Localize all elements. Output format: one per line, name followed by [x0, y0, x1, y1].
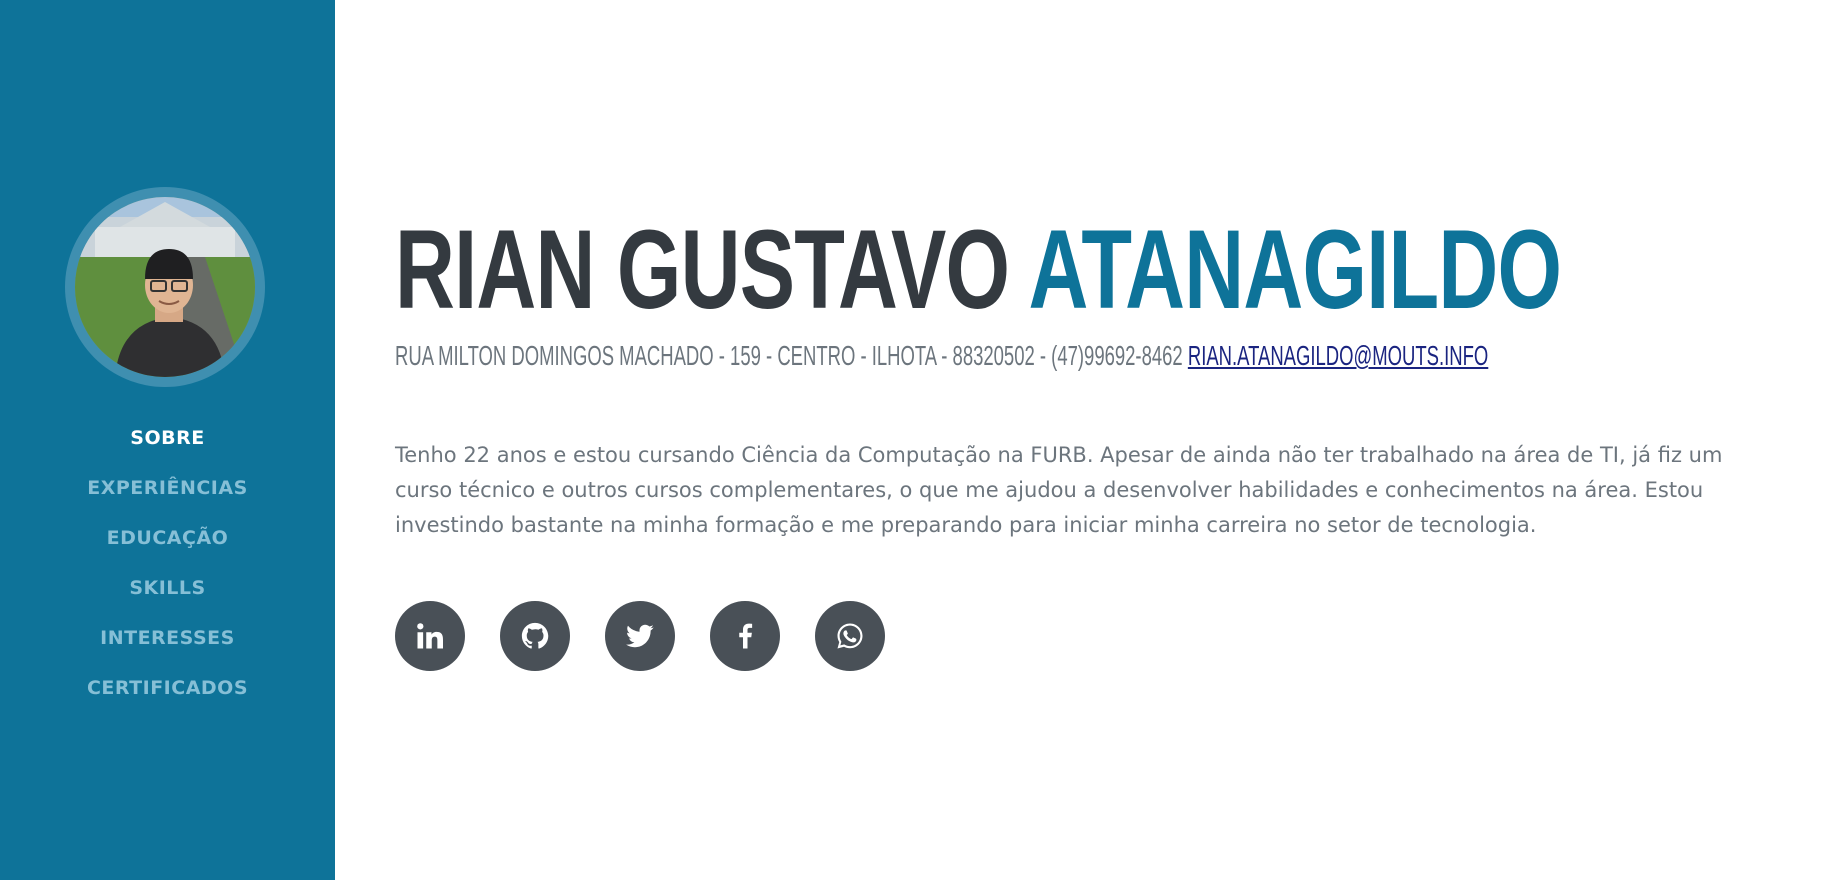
linkedin-icon [417, 623, 443, 649]
nav-link-educacao[interactable]: EDUCAÇÃO [107, 527, 229, 549]
nav-link-experiencias[interactable]: EXPERIÊNCIAS [87, 477, 248, 499]
linkedin-button[interactable] [395, 601, 465, 671]
first-name: RIAN GUSTAVO [395, 207, 1010, 332]
sidebar-nav: SOBRE EXPERIÊNCIAS EDUCAÇÃO SKILLS INTER… [0, 413, 335, 713]
sidebar: SOBRE EXPERIÊNCIAS EDUCAÇÃO SKILLS INTER… [0, 0, 335, 880]
avatar[interactable] [75, 197, 255, 377]
whatsapp-button[interactable] [815, 601, 885, 671]
whatsapp-icon [837, 623, 863, 649]
nav-link-sobre[interactable]: SOBRE [130, 427, 204, 449]
nav-link-skills[interactable]: SKILLS [129, 577, 205, 599]
last-name: ATANAGILDO [1028, 207, 1562, 332]
email-link[interactable]: RIAN.ATANAGILDO@MOUTS.INFO [1188, 340, 1488, 371]
page-title: RIAN GUSTAVO ATANAGILDO [395, 207, 1562, 332]
sidebar-item-certificados: CERTIFICADOS [0, 663, 335, 713]
twitter-button[interactable] [605, 601, 675, 671]
contact-line: RUA MILTON DOMINGOS MACHADO - 159 - CENT… [395, 340, 1488, 372]
sidebar-item-educacao: EDUCAÇÃO [0, 513, 335, 563]
nav-link-interesses[interactable]: INTERESSES [100, 627, 235, 649]
sidebar-item-interesses: INTERESSES [0, 613, 335, 663]
bio-paragraph: Tenho 22 anos e estou cursando Ciência d… [395, 443, 1723, 537]
avatar-ring [65, 187, 265, 387]
github-button[interactable] [500, 601, 570, 671]
sidebar-item-experiencias: EXPERIÊNCIAS [0, 463, 335, 513]
facebook-button[interactable] [710, 601, 780, 671]
nav-link-certificados[interactable]: CERTIFICADOS [87, 677, 248, 699]
github-icon [521, 622, 549, 649]
contact-address: RUA MILTON DOMINGOS MACHADO - 159 - CENT… [395, 340, 1183, 371]
twitter-icon [626, 624, 654, 648]
facebook-icon [739, 623, 753, 649]
profile-photo [75, 197, 255, 377]
social-icons [395, 601, 885, 671]
sidebar-item-skills: SKILLS [0, 563, 335, 613]
sidebar-item-sobre: SOBRE [0, 413, 335, 463]
